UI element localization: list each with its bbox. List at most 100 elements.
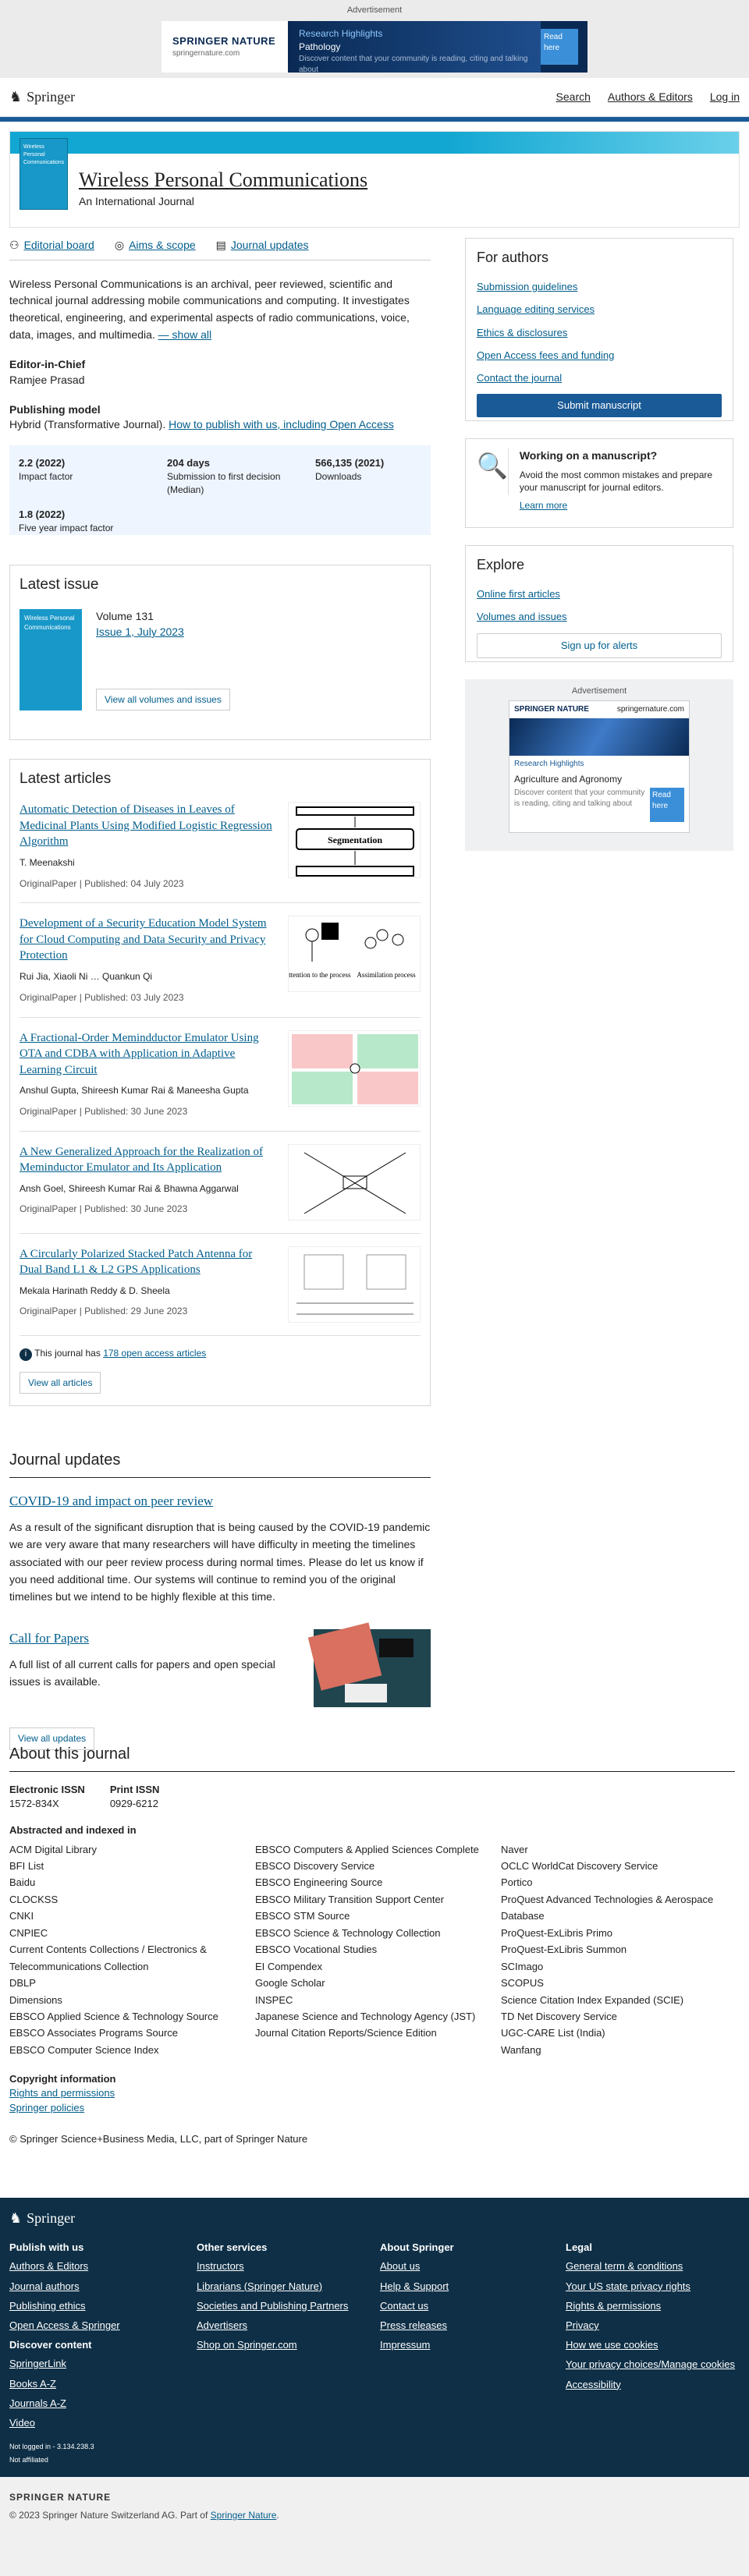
pissn-value: 0929-6212 — [109, 1798, 158, 1810]
copyright-pre: © 2023 Springer Nature Switzerland AG. P… — [9, 2509, 208, 2521]
call-papers-link[interactable]: Call for Papers — [9, 1631, 89, 1646]
footer-link[interactable]: Journals A-Z — [9, 2397, 197, 2411]
article-title-link[interactable]: Development of a Security Education Mode… — [20, 917, 267, 962]
footer-link[interactable]: Contact us — [380, 2299, 566, 2313]
bottom-copyright: © 2023 Springer Nature Switzerland AG. P… — [9, 2509, 740, 2522]
submission-guidelines-link[interactable]: Submission guidelines — [477, 280, 722, 294]
issue-link[interactable]: Issue 1, July 2023 — [96, 625, 184, 638]
index-item: Science Citation Index Expanded (SCIE) — [501, 1993, 684, 2006]
rights-link[interactable]: Rights and permissions — [9, 2086, 735, 2100]
submit-manuscript-button[interactable]: Submit manuscript — [477, 394, 722, 418]
footer-link[interactable]: Societies and Publishing Partners — [197, 2299, 380, 2313]
footer-link[interactable]: Authors & Editors — [9, 2259, 197, 2273]
editor-name: Ramjee Prasad — [9, 373, 85, 386]
footer-link[interactable]: How we use cookies — [566, 2338, 745, 2352]
side-ad-banner[interactable]: SPRINGER NATURE springernature.com Resear… — [509, 700, 690, 834]
ad-line3: Discover content that your community is … — [299, 54, 528, 74]
footer-link[interactable]: Your privacy choices/Manage cookies — [566, 2358, 745, 2372]
article-meta: OriginalPaper | Published: 29 June 2023 — [20, 1306, 188, 1317]
article-title-link[interactable]: A New Generalized Approach for the Reali… — [20, 1146, 263, 1175]
footer-link[interactable]: Open Access & Springer — [9, 2319, 197, 2333]
footer-link[interactable]: Rights & permissions — [566, 2299, 745, 2313]
footer-link[interactable]: About us — [380, 2259, 566, 2273]
springer-nature-link[interactable]: Springer Nature — [211, 2510, 277, 2521]
bottom-bar: SPRINGER NATURE © 2023 Springer Nature S… — [0, 2477, 749, 2576]
oa-fees-link[interactable]: Open Access fees and funding — [477, 349, 722, 363]
footer-link[interactable]: SpringerLink — [9, 2357, 197, 2371]
footer-link[interactable]: General term & conditions — [566, 2259, 745, 2273]
index-item: SCOPUS — [501, 1977, 544, 1990]
footer-link[interactable]: Instructors — [197, 2259, 380, 2273]
article-title-link[interactable]: A Circularly Polarized Stacked Patch Ant… — [20, 1248, 252, 1277]
index-item: TD Net Discovery Service — [501, 2010, 617, 2022]
issue-cover[interactable]: Wireless Personal Communications — [20, 609, 82, 711]
ad-read-button[interactable]: Read here — [541, 29, 578, 66]
journal-updates-link[interactable]: Journal updates — [231, 238, 309, 253]
learn-more-link[interactable]: Learn more — [520, 499, 722, 512]
article-type: OriginalPaper — [20, 1306, 77, 1317]
oa-link[interactable]: 178 open access articles — [103, 1348, 206, 1359]
editorial-board-link[interactable]: Editorial board — [24, 238, 94, 253]
footer-logo[interactable]: ♞ Springer — [9, 2209, 740, 2228]
journal-nav: ⚇ Editorial board ◎ Aims & scope ▤ Journal … — [9, 238, 431, 260]
login-link[interactable]: Log in — [710, 90, 740, 105]
aims-scope-link[interactable]: Aims & scope — [129, 238, 196, 253]
authors-editors-link[interactable]: Authors & Editors — [608, 90, 693, 105]
footer-link[interactable]: Journal authors — [9, 2280, 197, 2294]
ad-banner[interactable]: SPRINGER NATURE springernature.com Resear… — [162, 21, 587, 74]
footer-link[interactable]: Accessibility — [566, 2378, 745, 2392]
footer-link[interactable]: Librarians (Springer Nature) — [197, 2280, 380, 2294]
open-access-link[interactable]: How to publish with us, including Open A… — [169, 418, 394, 431]
policies-link[interactable]: Springer policies — [9, 2101, 735, 2115]
covid-update-link[interactable]: COVID-19 and impact on peer review — [9, 1494, 213, 1508]
footer-link[interactable]: Video — [9, 2416, 197, 2430]
article-type: OriginalPaper — [20, 877, 77, 889]
journal-title[interactable]: Wireless Personal Communications — [79, 166, 367, 194]
article-authors: T. Meenakshi — [20, 856, 75, 868]
footer-link[interactable]: Press releases — [380, 2319, 566, 2333]
horse-icon: ♞ — [9, 88, 23, 105]
search-link[interactable]: Search — [556, 90, 591, 105]
online-first-link[interactable]: Online first articles — [477, 587, 722, 601]
article-title-link[interactable]: A Fractional-Order Memindductor Emulator… — [20, 1032, 259, 1076]
ad-brand: SPRINGER NATURE — [172, 35, 276, 48]
metric-five-year: 1.8 (2022) Five year impact factor — [19, 508, 167, 535]
latest-articles-card: Latest articles Automatic Detection of D… — [9, 758, 431, 1406]
eissn-value: 1572-834X — [9, 1798, 59, 1810]
article-authors: Ansh Goel, Shireesh Kumar Rai & Bhawna A… — [20, 1182, 239, 1194]
ip-text: Not logged in - 3.134.238.3 — [9, 2443, 94, 2451]
contact-journal-link[interactable]: Contact the journal — [477, 371, 722, 385]
language-editing-link[interactable]: Language editing services — [477, 303, 722, 317]
call-papers-image — [307, 1622, 431, 1707]
footer-link[interactable]: Books A-Z — [9, 2377, 197, 2391]
about-section: About this journal Electronic ISSN 1572-8… — [9, 1743, 735, 2146]
copyright-text: © Springer Science+Business Media, LLC, … — [9, 2132, 308, 2145]
volumes-issues-link[interactable]: Volumes and issues — [477, 610, 722, 624]
footer-link[interactable]: Shop on Springer.com — [197, 2338, 380, 2352]
footer-link[interactable]: Advertisers — [197, 2319, 380, 2333]
view-volumes-button[interactable]: View all volumes and issues — [96, 688, 230, 711]
article-title-link[interactable]: Automatic Detection of Diseases in Leave… — [20, 803, 272, 848]
article-item: A Circularly Polarized Stacked Patch Ant… — [20, 1234, 421, 1336]
article-figure[interactable] — [288, 1143, 421, 1221]
article-figure[interactable] — [288, 1245, 421, 1323]
model-value: Hybrid (Transformative Journal). — [9, 418, 166, 431]
footer-link[interactable]: Help & Support — [380, 2280, 566, 2294]
sign-up-alerts-button[interactable]: Sign up for alerts — [477, 632, 722, 658]
article-figure[interactable]: Segmentation — [288, 802, 421, 879]
article-figure[interactable] — [288, 1029, 421, 1107]
index-item: EBSCO Vocational Studies — [255, 1944, 378, 1956]
footer-link[interactable]: Privacy — [566, 2319, 745, 2333]
article-authors: Rui Jia, Xiaoli Ni … Quankun Qi — [20, 970, 153, 982]
show-all-link[interactable]: — show all — [158, 328, 211, 341]
view-all-articles-button[interactable]: View all articles — [20, 1371, 101, 1394]
ethics-link[interactable]: Ethics & disclosures — [477, 326, 722, 340]
article-meta: OriginalPaper | Published: 30 June 2023 — [20, 1105, 188, 1117]
ad-read-button[interactable]: Read here — [650, 788, 684, 823]
footer-link[interactable]: Your US state privacy rights — [566, 2280, 745, 2294]
header-bar — [0, 117, 749, 122]
footer-link[interactable]: Impressum — [380, 2338, 566, 2352]
article-figure[interactable]: Pay attention to the process Assimilation… — [274, 916, 421, 993]
springer-logo[interactable]: ♞ Springer — [9, 87, 75, 107]
footer-link[interactable]: Publishing ethics — [9, 2299, 197, 2313]
